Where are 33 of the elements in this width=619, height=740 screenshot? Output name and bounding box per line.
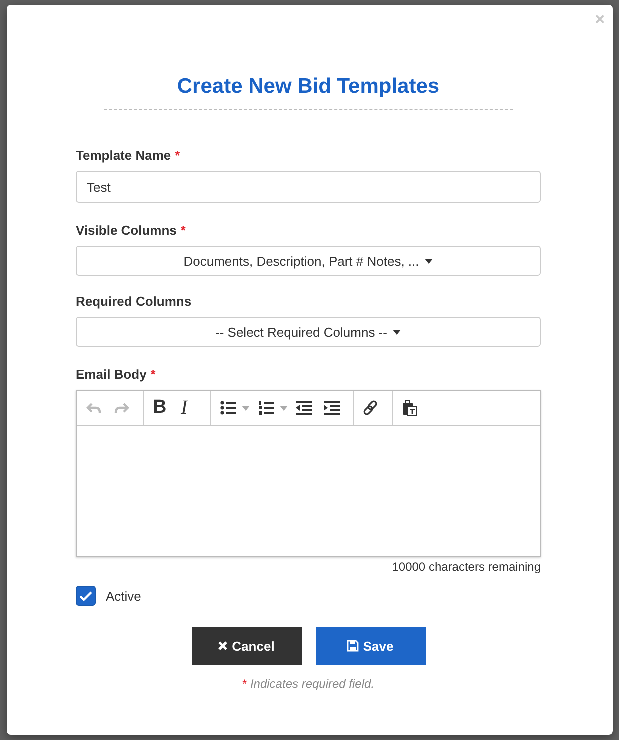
field-label: Template Name — [76, 148, 172, 163]
redo-icon — [114, 400, 130, 416]
indent-icon — [324, 400, 340, 416]
bold-button[interactable]: B — [149, 393, 177, 423]
caret-icon — [393, 330, 402, 334]
required-mark: * — [180, 223, 186, 238]
required-field-note: * Indicates required field. — [241, 677, 376, 691]
close-icon — [218, 641, 228, 651]
caret-icon — [425, 258, 434, 264]
paste-text-icon — [402, 400, 418, 416]
multiselect-dropdown[interactable]: Documents, Description, Part # Notes, ... — [76, 246, 541, 276]
field-label: Email Body — [76, 367, 147, 382]
character-counter: 10000 characters remaining — [391, 560, 541, 574]
numbered-list-icon — [258, 400, 274, 416]
field-label: Visible Columns — [76, 223, 177, 238]
required-mark: * — [150, 367, 156, 382]
outdent-icon — [296, 400, 312, 416]
multiselect-dropdown[interactable]: -- Select Required Columns -- — [76, 317, 541, 347]
dialog-title: Create New Bid Templates — [104, 75, 513, 110]
checkmark-icon — [79, 590, 93, 602]
required-mark: * — [175, 148, 180, 163]
caret-icon — [242, 406, 250, 410]
field-label: Required Columns — [76, 294, 192, 309]
undo-icon — [86, 400, 102, 416]
link-icon — [363, 400, 379, 416]
italic-button[interactable]: I — [177, 393, 205, 423]
cancel-button[interactable]: Cancel — [192, 627, 302, 665]
bulleted-list-icon — [220, 400, 236, 416]
caret-icon — [280, 406, 288, 410]
checkbox-label: Active — [106, 588, 142, 604]
template-name-field[interactable]: Test — [76, 171, 541, 203]
active-checkbox[interactable] — [76, 586, 96, 606]
save-button[interactable]: Save — [316, 627, 426, 665]
